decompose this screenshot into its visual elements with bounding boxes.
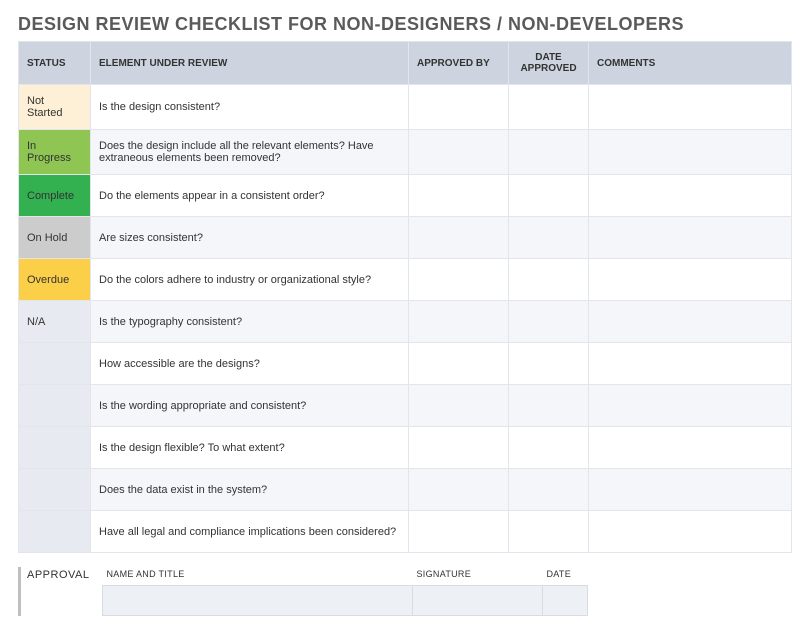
element-cell: Have all legal and compliance implicatio… — [91, 511, 409, 553]
approval-signature-field[interactable] — [413, 586, 543, 616]
date-approved-cell[interactable] — [509, 385, 589, 427]
table-row: On HoldAre sizes consistent? — [19, 217, 792, 259]
status-cell[interactable] — [19, 385, 91, 427]
date-approved-cell[interactable] — [509, 85, 589, 130]
approved-by-cell[interactable] — [409, 259, 509, 301]
status-cell[interactable]: N/A — [19, 301, 91, 343]
approved-by-cell[interactable] — [409, 511, 509, 553]
date-approved-cell[interactable] — [509, 301, 589, 343]
element-cell: Is the typography consistent? — [91, 301, 409, 343]
approval-name-field[interactable] — [103, 586, 413, 616]
table-row: CompleteDo the elements appear in a cons… — [19, 175, 792, 217]
element-cell: Is the design flexible? To what extent? — [91, 427, 409, 469]
comments-cell[interactable] — [589, 385, 792, 427]
approved-by-cell[interactable] — [409, 385, 509, 427]
approval-header-name: NAME AND TITLE — [103, 567, 413, 586]
comments-cell[interactable] — [589, 511, 792, 553]
comments-cell[interactable] — [589, 427, 792, 469]
approved-by-cell[interactable] — [409, 175, 509, 217]
element-cell: Does the design include all the relevant… — [91, 130, 409, 175]
date-approved-cell[interactable] — [509, 130, 589, 175]
approval-date-field[interactable] — [543, 586, 588, 616]
date-approved-cell[interactable] — [509, 343, 589, 385]
comments-cell[interactable] — [589, 130, 792, 175]
approved-by-cell[interactable] — [409, 301, 509, 343]
date-approved-cell[interactable] — [509, 511, 589, 553]
date-approved-cell[interactable] — [509, 427, 589, 469]
table-row: In ProgressDoes the design include all t… — [19, 130, 792, 175]
date-approved-cell[interactable] — [509, 175, 589, 217]
approved-by-cell[interactable] — [409, 85, 509, 130]
element-cell: Are sizes consistent? — [91, 217, 409, 259]
page-title: DESIGN REVIEW CHECKLIST FOR NON-DESIGNER… — [18, 14, 792, 35]
col-date-approved: DATE APPROVED — [509, 42, 589, 85]
date-approved-cell[interactable] — [509, 469, 589, 511]
table-row: N/AIs the typography consistent? — [19, 301, 792, 343]
table-row: Have all legal and compliance implicatio… — [19, 511, 792, 553]
status-cell[interactable] — [19, 469, 91, 511]
approved-by-cell[interactable] — [409, 427, 509, 469]
table-row: OverdueDo the colors adhere to industry … — [19, 259, 792, 301]
comments-cell[interactable] — [589, 343, 792, 385]
element-cell: Is the wording appropriate and consisten… — [91, 385, 409, 427]
comments-cell[interactable] — [589, 301, 792, 343]
status-cell[interactable] — [19, 511, 91, 553]
element-cell: How accessible are the designs? — [91, 343, 409, 385]
approval-table: NAME AND TITLE SIGNATURE DATE — [102, 567, 588, 616]
status-cell[interactable]: Complete — [19, 175, 91, 217]
approval-section: APPROVAL NAME AND TITLE SIGNATURE DATE — [18, 567, 792, 616]
approved-by-cell[interactable] — [409, 343, 509, 385]
table-row: Is the wording appropriate and consisten… — [19, 385, 792, 427]
approved-by-cell[interactable] — [409, 469, 509, 511]
approved-by-cell[interactable] — [409, 130, 509, 175]
col-comments: COMMENTS — [589, 42, 792, 85]
comments-cell[interactable] — [589, 175, 792, 217]
col-approved-by: APPROVED BY — [409, 42, 509, 85]
status-cell[interactable]: Not Started — [19, 85, 91, 130]
table-row: Not StartedIs the design consistent? — [19, 85, 792, 130]
element-cell: Do the elements appear in a consistent o… — [91, 175, 409, 217]
status-cell[interactable]: Overdue — [19, 259, 91, 301]
status-cell[interactable] — [19, 343, 91, 385]
status-cell[interactable]: On Hold — [19, 217, 91, 259]
status-cell[interactable] — [19, 427, 91, 469]
element-cell: Does the data exist in the system? — [91, 469, 409, 511]
comments-cell[interactable] — [589, 469, 792, 511]
comments-cell[interactable] — [589, 259, 792, 301]
col-element: ELEMENT UNDER REVIEW — [91, 42, 409, 85]
table-row: Is the design flexible? To what extent? — [19, 427, 792, 469]
date-approved-cell[interactable] — [509, 259, 589, 301]
date-approved-cell[interactable] — [509, 217, 589, 259]
table-row: Does the data exist in the system? — [19, 469, 792, 511]
approval-label: APPROVAL — [27, 567, 102, 616]
checklist-table: STATUS ELEMENT UNDER REVIEW APPROVED BY … — [18, 41, 792, 553]
table-row: How accessible are the designs? — [19, 343, 792, 385]
element-cell: Is the design consistent? — [91, 85, 409, 130]
element-cell: Do the colors adhere to industry or orga… — [91, 259, 409, 301]
comments-cell[interactable] — [589, 85, 792, 130]
status-cell[interactable]: In Progress — [19, 130, 91, 175]
approval-header-signature: SIGNATURE — [413, 567, 543, 586]
col-status: STATUS — [19, 42, 91, 85]
approval-header-date: DATE — [543, 567, 588, 586]
header-row: STATUS ELEMENT UNDER REVIEW APPROVED BY … — [19, 42, 792, 85]
comments-cell[interactable] — [589, 217, 792, 259]
approved-by-cell[interactable] — [409, 217, 509, 259]
